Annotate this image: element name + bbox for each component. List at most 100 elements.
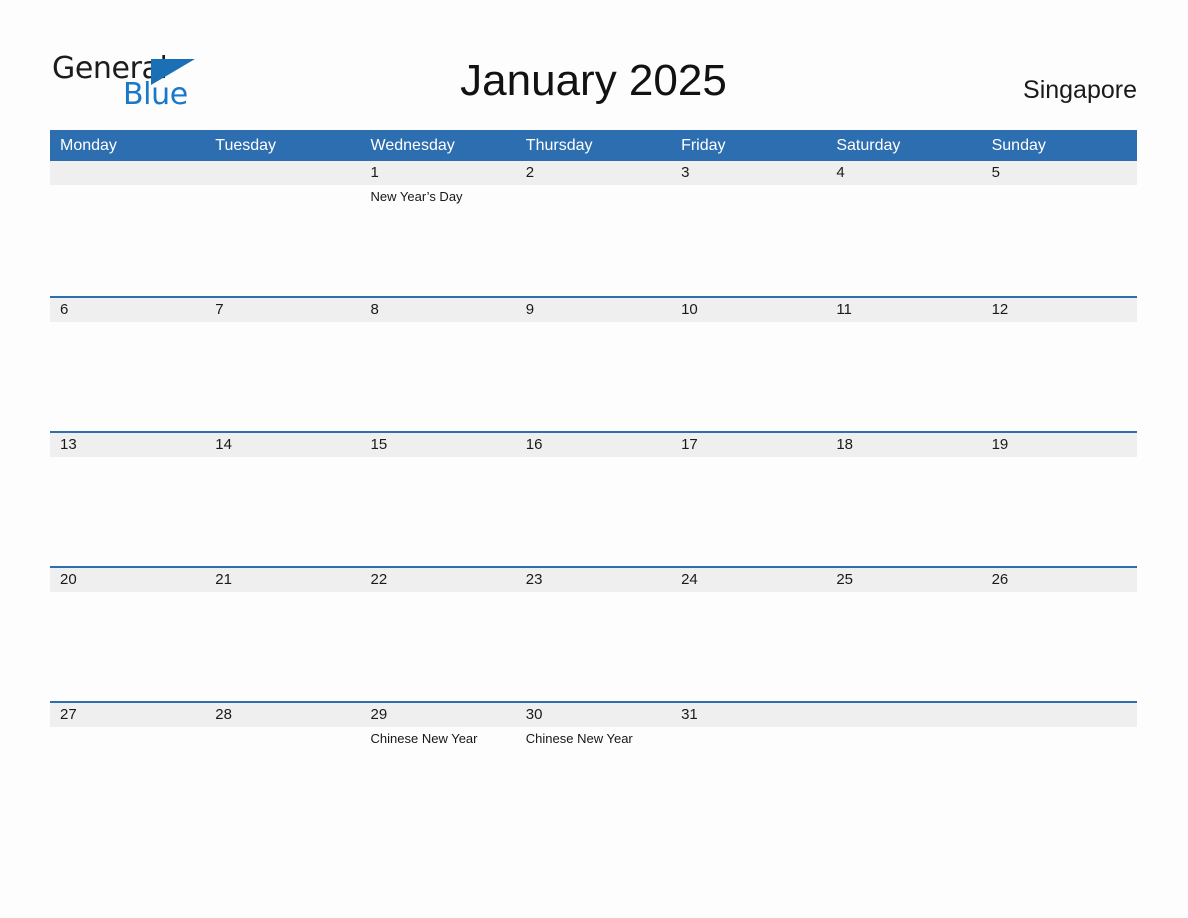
day-cell[interactable]: 26 xyxy=(982,568,1137,595)
region-label: Singapore xyxy=(1023,76,1137,104)
day-cells: 13 14 15 16 17 18 19 xyxy=(50,433,1137,460)
day-number xyxy=(60,161,205,185)
day-events xyxy=(681,457,826,460)
day-events xyxy=(992,592,1137,595)
day-number xyxy=(215,161,360,185)
holiday-label: New Year’s Day xyxy=(370,189,463,204)
day-events xyxy=(60,457,205,460)
calendar-week-row: 6 7 8 9 10 11 12 xyxy=(50,296,1137,431)
calendar-week-row: 1 New Year’s Day 2 3 4 5 xyxy=(50,161,1137,296)
weekday-header-thursday: Thursday xyxy=(525,137,593,154)
day-events: Chinese New Year xyxy=(371,727,516,747)
day-cell[interactable]: 29 Chinese New Year xyxy=(361,703,516,747)
day-number: 31 xyxy=(681,706,698,723)
day-cell[interactable]: 20 xyxy=(50,568,205,595)
day-number: 21 xyxy=(215,571,232,588)
calendar-page: General Blue January 2025 Singapore Mond… xyxy=(0,0,1188,918)
day-number: 9 xyxy=(525,301,535,318)
weekday-header-monday: Monday xyxy=(60,137,117,154)
day-cell[interactable]: 1 New Year’s Day xyxy=(361,161,516,205)
day-cells: 6 7 8 9 10 11 12 xyxy=(50,298,1137,325)
day-number: 1 xyxy=(370,164,379,181)
day-cell[interactable]: 25 xyxy=(826,568,981,595)
day-number: 28 xyxy=(215,706,232,723)
day-events: New Year’s Day xyxy=(371,185,516,205)
day-number: 4 xyxy=(836,164,845,181)
calendar-week-row: 27 28 29 Chinese New Year 30 Chinese New Year… xyxy=(50,701,1137,836)
day-cell[interactable]: 21 xyxy=(205,568,360,595)
day-number: 12 xyxy=(991,301,1009,318)
day-number: 17 xyxy=(681,436,698,453)
day-cell[interactable]: 2 xyxy=(516,161,671,205)
day-events xyxy=(526,592,671,595)
day-events xyxy=(60,727,205,730)
day-number: 8 xyxy=(370,301,379,318)
day-cell[interactable]: 7 xyxy=(205,298,360,325)
day-events xyxy=(371,457,516,460)
day-cells: 1 New Year’s Day 2 3 4 5 xyxy=(50,161,1137,205)
day-number: 14 xyxy=(215,436,232,453)
calendar-weeks: 1 New Year’s Day 2 3 4 5 6 7 8 9 10 11 12 13 14 15 16 17 1… xyxy=(50,161,1137,836)
day-number: 3 xyxy=(681,164,690,181)
day-number xyxy=(836,703,981,727)
day-cell[interactable]: 6 xyxy=(50,298,205,325)
day-cell[interactable]: 4 xyxy=(826,161,981,205)
page-header: General Blue January 2025 Singapore xyxy=(50,44,1137,116)
day-events xyxy=(681,322,826,325)
day-cell[interactable]: 15 xyxy=(361,433,516,460)
day-events xyxy=(526,322,671,325)
day-cell[interactable]: 17 xyxy=(671,433,826,460)
day-cell[interactable]: 22 xyxy=(361,568,516,595)
day-events xyxy=(215,185,360,188)
weekday-header-wednesday: Wednesday xyxy=(370,137,455,154)
day-events xyxy=(992,322,1137,325)
day-number xyxy=(992,703,1137,727)
day-events xyxy=(992,457,1137,460)
day-number: 23 xyxy=(525,571,543,588)
day-events xyxy=(526,185,671,188)
day-events xyxy=(836,322,981,325)
day-events xyxy=(992,185,1137,188)
day-events xyxy=(60,592,205,595)
day-cell[interactable]: 14 xyxy=(205,433,360,460)
day-cell[interactable]: 19 xyxy=(982,433,1137,460)
day-cell[interactable]: 11 xyxy=(826,298,981,325)
day-number: 26 xyxy=(991,571,1009,588)
day-events xyxy=(215,727,360,730)
day-number: 16 xyxy=(525,436,543,453)
day-cell[interactable]: 27 xyxy=(50,703,205,747)
day-number: 19 xyxy=(991,436,1009,453)
day-events xyxy=(526,457,671,460)
day-cell[interactable]: 24 xyxy=(671,568,826,595)
weekday-header-saturday: Saturday xyxy=(836,137,901,154)
day-number: 30 xyxy=(525,706,543,723)
day-cell[interactable]: 8 xyxy=(361,298,516,325)
day-cell[interactable]: 18 xyxy=(826,433,981,460)
day-events xyxy=(60,185,205,188)
day-events xyxy=(681,185,826,188)
day-cell[interactable]: 31 xyxy=(671,703,826,747)
week-body: 27 28 29 Chinese New Year 30 Chinese New Year… xyxy=(50,703,1137,836)
day-cell[interactable]: 3 xyxy=(671,161,826,205)
day-cell[interactable]: 10 xyxy=(671,298,826,325)
day-events xyxy=(836,457,981,460)
day-cell[interactable]: 23 xyxy=(516,568,671,595)
page-title: January 2025 xyxy=(460,56,727,105)
day-cell[interactable]: 16 xyxy=(516,433,671,460)
day-events xyxy=(215,322,360,325)
day-cell[interactable]: 9 xyxy=(516,298,671,325)
week-body: 13 14 15 16 17 18 19 xyxy=(50,433,1137,566)
day-events xyxy=(836,185,981,188)
day-cell[interactable]: 13 xyxy=(50,433,205,460)
day-events xyxy=(371,322,516,325)
day-events xyxy=(215,457,360,460)
day-number: 24 xyxy=(681,571,698,588)
day-cell[interactable]: 12 xyxy=(982,298,1137,325)
day-cell[interactable]: 5 xyxy=(982,161,1137,205)
day-events xyxy=(371,592,516,595)
weekday-header-tuesday: Tuesday xyxy=(215,137,277,154)
day-cell[interactable]: 30 Chinese New Year xyxy=(516,703,671,747)
day-number: 5 xyxy=(991,164,1000,181)
calendar-grid: Monday Tuesday Wednesday Thursday Friday Satu… xyxy=(50,130,1137,836)
day-cell[interactable]: 28 xyxy=(205,703,360,747)
